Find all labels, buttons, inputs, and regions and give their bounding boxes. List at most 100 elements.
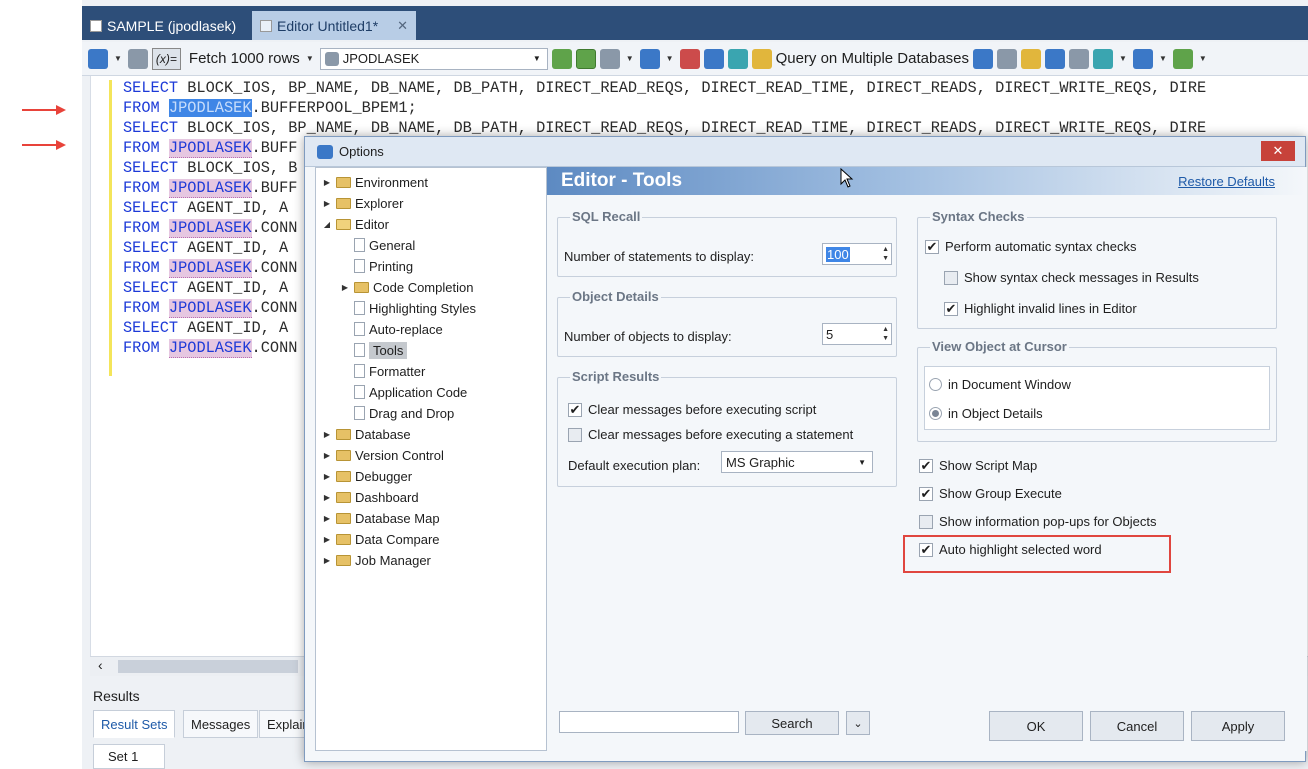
cancel-button[interactable]: Cancel — [1090, 711, 1184, 741]
tree-item-editor[interactable]: ◢ Editor — [322, 214, 389, 234]
show-group-execute-checkbox[interactable]: ✔ Show Group Execute — [919, 486, 1062, 501]
schema-select[interactable]: JPODLASEK ▼ — [319, 47, 548, 70]
tree-item-environment[interactable]: ▶ Environment — [322, 172, 428, 192]
statements-spinner[interactable]: 100 ▲ ▼ — [822, 243, 892, 265]
chevron-down-icon[interactable]: ▼ — [1199, 54, 1207, 63]
expand-arrow-icon[interactable]: ▶ — [322, 178, 332, 187]
export-icon[interactable] — [1172, 48, 1193, 69]
show-script-map-checkbox[interactable]: ✔ Show Script Map — [919, 458, 1037, 473]
code-line[interactable]: SELECT BLOCK_IOS, BP_NAME, DB_NAME, DB_P… — [123, 118, 1206, 138]
checkbox-checked-icon[interactable]: ✔ — [568, 402, 582, 417]
apply-button[interactable]: Apply — [1191, 711, 1285, 741]
radio-object-details[interactable]: in Object Details — [929, 406, 1043, 421]
radio-document-window[interactable]: in Document Window — [929, 377, 1071, 392]
expand-arrow-icon[interactable]: ▶ — [322, 451, 332, 460]
tree-item-auto-replace[interactable]: Auto-replace — [340, 319, 443, 339]
radio-unselected-icon[interactable] — [929, 378, 942, 391]
expand-arrow-icon[interactable]: ▶ — [340, 283, 350, 292]
checkbox-unchecked-icon[interactable] — [568, 427, 582, 442]
query-multiple-databases-button[interactable]: Query on Multiple Databases — [776, 50, 969, 67]
tab-messages[interactable]: Messages — [183, 710, 259, 738]
refresh-icon[interactable] — [127, 48, 148, 69]
code-line[interactable]: FROM JPODLASEK.CONN — [123, 218, 297, 238]
tree-item-version-control[interactable]: ▶ Version Control — [322, 445, 444, 465]
radio-selected-icon[interactable] — [929, 407, 942, 420]
tree-item-debugger[interactable]: ▶ Debugger — [322, 466, 412, 486]
clear-script-checkbox[interactable]: ✔ Clear messages before executing script — [568, 402, 816, 417]
code-line[interactable]: FROM JPODLASEK.CONN — [123, 298, 297, 318]
add-icon[interactable] — [639, 48, 660, 69]
expand-arrow-icon[interactable]: ◢ — [322, 220, 332, 229]
checkbox-checked-icon[interactable]: ✔ — [919, 458, 933, 473]
tree-item-general[interactable]: General — [340, 235, 415, 255]
code-line[interactable]: SELECT AGENT_ID, A — [123, 318, 288, 338]
tab-editor-untitled[interactable]: Editor Untitled1* ✕ — [252, 11, 417, 40]
highlighted-word[interactable]: JPODLASEK — [168, 299, 252, 318]
ok-button[interactable]: OK — [989, 711, 1083, 741]
search-input[interactable] — [559, 711, 739, 733]
checkbox-checked-icon[interactable]: ✔ — [919, 486, 933, 501]
diagram-icon[interactable] — [1093, 48, 1114, 69]
code-line[interactable]: SELECT AGENT_ID, A — [123, 238, 288, 258]
tree-item-dashboard[interactable]: ▶ Dashboard — [322, 487, 419, 507]
tree-item-tools[interactable]: Tools — [340, 340, 408, 360]
scrollbar-thumb[interactable] — [118, 660, 298, 673]
checkbox-unchecked-icon[interactable] — [919, 514, 933, 529]
highlighted-word[interactable]: JPODLASEK — [168, 179, 252, 198]
tab-sample-connection[interactable]: SAMPLE (jpodlasek) — [82, 11, 244, 40]
show-info-popups-checkbox[interactable]: Show information pop-ups for Objects — [919, 514, 1157, 529]
expand-arrow-icon[interactable]: ▶ — [322, 556, 332, 565]
expand-arrow-icon[interactable]: ▶ — [322, 493, 332, 502]
multi-db-icon[interactable] — [751, 48, 772, 69]
tree-item-job-manager[interactable]: ▶ Job Manager — [322, 550, 431, 570]
explain-icon[interactable] — [727, 48, 748, 69]
code-line[interactable]: SELECT AGENT_ID, A — [123, 278, 288, 298]
execution-plan-select[interactable]: MS Graphic ▼ — [721, 451, 873, 473]
restore-defaults-link[interactable]: Restore Defaults — [1178, 174, 1275, 189]
highlighted-word[interactable]: JPODLASEK — [168, 339, 252, 358]
tree-item-data-compare[interactable]: ▶ Data Compare — [322, 529, 440, 549]
code-line[interactable]: FROM JPODLASEK.BUFF — [123, 178, 297, 198]
sql-icon[interactable] — [703, 48, 724, 69]
tree-item-drag-and-drop[interactable]: Drag and Drop — [340, 403, 454, 423]
code-line[interactable]: SELECT BLOCK_IOS, B — [123, 158, 297, 178]
code-line[interactable]: FROM JPODLASEK.CONN — [123, 258, 297, 278]
chevron-down-icon[interactable]: ▼ — [114, 54, 122, 63]
link-icon[interactable] — [1069, 48, 1090, 69]
close-button[interactable]: ✕ — [1261, 141, 1295, 161]
expand-arrow-icon[interactable]: ▶ — [322, 199, 332, 208]
highlight-invalid-checkbox[interactable]: ✔ Highlight invalid lines in Editor — [944, 301, 1137, 316]
checkbox-checked-icon[interactable]: ✔ — [925, 239, 939, 254]
comment-icon[interactable] — [997, 48, 1018, 69]
chevron-down-icon[interactable]: ▼ — [306, 54, 314, 63]
variables-button[interactable]: (x)= — [151, 47, 181, 70]
show-syntax-messages-checkbox[interactable]: Show syntax check messages in Results — [944, 270, 1199, 285]
search-button[interactable]: Search — [745, 711, 839, 735]
code-line[interactable]: FROM JPODLASEK.CONN — [123, 338, 297, 358]
chevron-down-icon[interactable]: ▼ — [666, 54, 674, 63]
auto-syntax-checkbox[interactable]: ✔ Perform automatic syntax checks — [925, 239, 1136, 254]
expand-arrow-icon[interactable]: ▶ — [322, 472, 332, 481]
expand-search-icon[interactable]: ⌄ — [846, 711, 870, 735]
execute-options-icon[interactable] — [599, 48, 620, 69]
spin-arrows-icon[interactable]: ▲ ▼ — [882, 245, 889, 263]
highlighted-word[interactable]: JPODLASEK — [168, 259, 252, 278]
highlighted-word[interactable]: JPODLASEK — [168, 99, 252, 117]
checkbox-unchecked-icon[interactable] — [944, 270, 958, 285]
expand-arrow-icon[interactable]: ▶ — [322, 430, 332, 439]
spin-arrows-icon[interactable]: ▲ ▼ — [882, 325, 889, 343]
code-line[interactable]: SELECT BLOCK_IOS, BP_NAME, DB_NAME, DB_P… — [123, 78, 1206, 98]
scroll-left-icon[interactable]: ‹ — [98, 657, 103, 673]
tree-item-explorer[interactable]: ▶ Explorer — [322, 193, 404, 213]
tree-item-application-code[interactable]: Application Code — [340, 382, 467, 402]
chevron-down-icon[interactable]: ▼ — [1159, 54, 1167, 63]
navigate-icon[interactable] — [88, 48, 108, 69]
checkbox-checked-icon[interactable]: ✔ — [944, 301, 958, 316]
tab-set-1[interactable]: Set 1 — [93, 744, 165, 769]
code-line[interactable]: SELECT AGENT_ID, A — [123, 198, 288, 218]
close-tab-icon[interactable]: ✕ — [397, 18, 408, 34]
highlighted-word[interactable]: JPODLASEK — [168, 219, 252, 238]
fetch-rows-dropdown[interactable]: Fetch 1000 rows — [189, 50, 300, 67]
code-line[interactable]: FROM JPODLASEK.BUFFERPOOL_BPEM1; — [123, 98, 417, 118]
execute-icon[interactable] — [575, 48, 596, 69]
